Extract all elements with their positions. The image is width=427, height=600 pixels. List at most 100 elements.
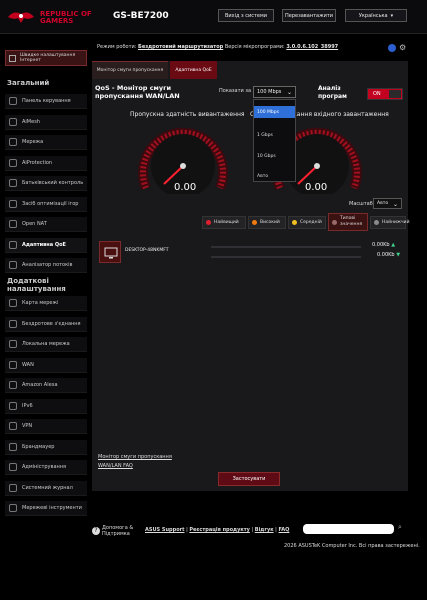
device-row[interactable]: DESKTOP-48NKMFT 0.00Kb ▲ 0.00Kb ▼ [99, 241, 401, 263]
sidebar-advanced-item[interactable]: IPv6 [5, 398, 87, 414]
download-rate-value: 0.00Kb [377, 252, 395, 258]
dashboard-icon [9, 97, 17, 105]
language-select[interactable]: Українська ▾ [345, 9, 407, 22]
show-by-select[interactable]: 100 Mbps ⌄ [253, 86, 296, 98]
sidebar-general-item-label: Батьківський контроль [22, 180, 84, 186]
advanced-section-title: Додаткові налаштування [7, 277, 66, 293]
shield-icon [9, 158, 17, 167]
app-icon[interactable] [388, 44, 396, 52]
nat-icon [9, 220, 17, 228]
product-registration-link[interactable]: Реєстрація продукту [189, 527, 250, 533]
reboot-button[interactable]: Перезавантажити [282, 9, 336, 22]
asus-support-link[interactable]: ASUS Support [145, 527, 184, 533]
app-analysis-toggle[interactable]: ON [367, 88, 403, 100]
feedback-link[interactable]: Відгук [255, 527, 274, 533]
sidebar-general-item[interactable]: Аналізатор потоків [5, 258, 87, 273]
firewall-icon [9, 442, 17, 451]
general-section-title: Загальний [7, 79, 50, 87]
sidebar-general-item[interactable]: Батьківський контроль [5, 176, 87, 191]
sidebar-general-item[interactable]: Панель керування [5, 94, 87, 109]
toggle-knob [389, 90, 401, 98]
sidebar-general-item[interactable]: AiMesh [5, 114, 87, 130]
faq-footer-link[interactable]: FAQ [278, 527, 289, 533]
desktop-icon [104, 247, 118, 259]
priority-label: Типові значення [340, 216, 363, 227]
upload-rate: 0.00Kb ▲ [372, 242, 395, 248]
arrow-down-icon: ▼ [396, 252, 401, 258]
sidebar-advanced-item[interactable]: WAN [5, 357, 87, 373]
wifi-icon [9, 319, 17, 328]
sidebar-advanced-item[interactable]: Брандмауер [5, 439, 87, 455]
tools-icon [9, 504, 17, 512]
sidebar-general-item[interactable]: Open NAT [5, 217, 87, 232]
show-by-dropdown: 100 Mbps 1 Gbps 10 Gbps Авто [253, 99, 296, 182]
priority-default[interactable]: Типові значення [328, 213, 368, 231]
priority-label: Найвищий [214, 220, 239, 225]
priority-medium[interactable]: Середній [288, 216, 326, 229]
upload-gauge-value: 0.00 [174, 182, 197, 193]
option-auto[interactable]: Авто [254, 170, 295, 182]
option-1gbps[interactable]: 1 Gbps [254, 129, 295, 141]
sidebar-advanced-item-label: Локальна мережа [22, 341, 70, 347]
sidebar-advanced-item[interactable]: Локальна мережа [5, 337, 87, 352]
option-100mbps[interactable]: 100 Mbps [254, 106, 295, 118]
sidebar-advanced-item[interactable]: Amazon Alexa [5, 378, 87, 393]
priority-high[interactable]: Високий [248, 216, 286, 229]
option-10gbps[interactable]: 10 Gbps [254, 150, 295, 162]
logout-button[interactable]: Вихід з системи [218, 9, 274, 22]
sidebar-advanced-item-label: Бездротове з'єднання [22, 320, 81, 327]
quick-setup-button[interactable]: Швидке налаштування Інтернет [5, 50, 87, 66]
show-by-value: 100 Mbps [257, 89, 282, 95]
sidebar-advanced-item-label: Адміністрування [22, 464, 67, 470]
sidebar-advanced-item[interactable]: Карта мережі [5, 296, 87, 311]
tab-bandwidth-monitor[interactable]: Монітор смуги пропускання [92, 61, 168, 79]
sidebar-general-item-label: Open NAT [22, 221, 47, 227]
settings-gear-icon[interactable]: ⚙ [399, 43, 406, 52]
show-by-label: Показати за [219, 88, 252, 94]
lan-icon [9, 340, 17, 348]
sidebar-advanced-item[interactable]: Системний журнал [5, 480, 87, 496]
page-title: QoS - Монітор смуги пропускання WAN/LAN [95, 84, 180, 100]
apply-button[interactable]: Застосувати [218, 472, 280, 486]
sidebar-general-item[interactable]: Засіб оптимізації ігор [5, 196, 87, 212]
bandwidth-monitor-link[interactable]: Монітор смуги пропускання [98, 454, 172, 460]
search-icon[interactable]: ⌕ [398, 523, 402, 532]
copyright: 2026 ASUSTeK Computer Inc. Всі права зас… [284, 543, 420, 549]
sidebar-advanced-item-label: WAN [22, 361, 34, 368]
footer-search-input[interactable] [303, 524, 394, 534]
chevron-down-icon: ⌄ [286, 89, 292, 96]
brand-logo-text: REPUBLIC OF GAMERS [40, 11, 112, 25]
sidebar-general-item-label: Аналізатор потоків [22, 262, 73, 268]
fw-value[interactable]: 3.0.0.6.102_38997 [286, 44, 338, 50]
fw-label: Версія мікропрограми: [224, 44, 285, 50]
sidebar-general-item-label: AiMesh [22, 118, 40, 125]
priority-highest[interactable]: Найвищий [202, 216, 246, 229]
priority-dot [206, 220, 211, 225]
upload-gauge-title: Пропускна здатність вивантаження [130, 111, 245, 118]
priority-lowest[interactable]: Найнижчий [370, 216, 410, 229]
sidebar-advanced-item[interactable]: VPN [5, 419, 87, 434]
scale-select[interactable]: Авто ⌄ [373, 198, 402, 209]
mode-value[interactable]: Бездротовий маршрутизатор [138, 44, 223, 50]
download-rate: 0.00Kb ▼ [377, 252, 400, 258]
status-line: Режим роботи: Бездротовий маршрутизатор … [97, 44, 338, 50]
priority-dot [252, 220, 257, 225]
download-bar [211, 256, 361, 258]
sidebar-general-item[interactable]: Адаптивна QoE [5, 237, 87, 253]
sidebar-advanced-item[interactable]: Мережеві інструменти [5, 501, 87, 516]
top-header: REPUBLIC OF GAMERS GS-BE7200 Вихід з сис… [0, 0, 427, 34]
sidebar-general-item[interactable]: Мережа [5, 135, 87, 150]
sidebar-general-item[interactable]: AiProtection [5, 155, 87, 171]
tab-adaptive-qoe[interactable]: Адаптивна QoE [170, 61, 217, 79]
sidebar-advanced-item[interactable]: Адміністрування [5, 460, 87, 475]
faq-link[interactable]: WAN/LAN FAQ [98, 463, 133, 469]
brand-line2: GAMERS [40, 17, 74, 25]
sidebar-general-item-label: AiProtection [22, 159, 53, 166]
map-icon [9, 299, 17, 307]
language-label: Українська [358, 12, 388, 19]
sidebar-advanced-item-label: Карта мережі [22, 300, 59, 306]
sidebar-advanced-item[interactable]: Бездротове з'єднання [5, 316, 87, 332]
help-support-link[interactable]: Допомога & Підтримка [102, 525, 138, 537]
sidebar-advanced-item-label: IPv6 [22, 402, 33, 409]
network-icon [9, 138, 17, 146]
